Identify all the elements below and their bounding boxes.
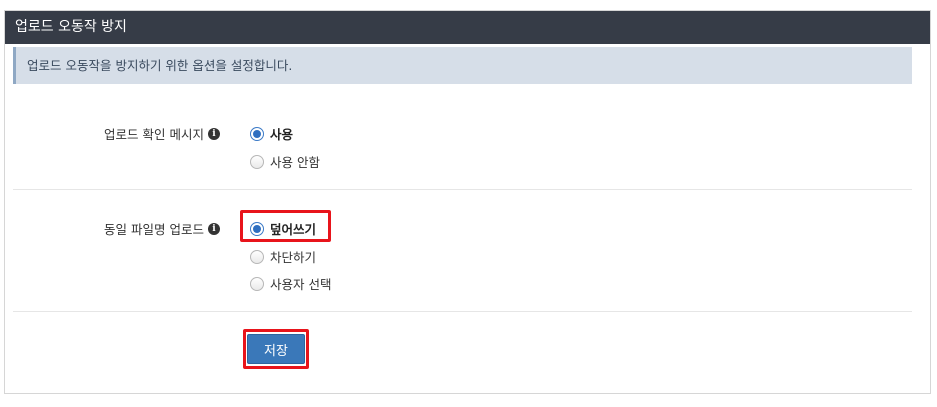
upload-confirm-option-use[interactable]: 사용 — [250, 124, 293, 143]
radio-label: 덮어쓰기 — [270, 222, 317, 237]
duplicate-filename-label: 동일 파일명 업로드 — [104, 222, 204, 237]
upload-confirm-label: 업로드 확인 메시지 — [104, 127, 204, 142]
info-message: 업로드 오동작을 방지하기 위한 옵션을 설정합니다. — [13, 47, 912, 84]
divider — [13, 189, 912, 190]
divider — [13, 311, 912, 312]
radio-label: 차단하기 — [270, 250, 317, 265]
info-circle-icon[interactable]: i — [208, 222, 220, 235]
radio-button[interactable] — [250, 154, 264, 169]
info-circle-icon[interactable]: i — [208, 127, 220, 140]
radio-button[interactable] — [250, 221, 264, 236]
duplicate-option-overwrite[interactable]: 덮어쓰기 — [250, 219, 316, 238]
duplicate-filename-label-group: 동일 파일명 업로드 i — [104, 219, 220, 238]
panel-title: 업로드 오동작 방지 — [5, 11, 930, 44]
upload-confirm-option-not-use[interactable]: 사용 안함 — [250, 152, 320, 171]
save-button[interactable]: 저장 — [247, 334, 305, 364]
upload-confirm-label-group: 업로드 확인 메시지 i — [104, 124, 220, 143]
duplicate-option-block[interactable]: 차단하기 — [250, 247, 316, 266]
radio-button[interactable] — [250, 126, 264, 141]
radio-label: 사용자 선택 — [270, 277, 332, 292]
radio-label: 사용 — [270, 127, 294, 142]
radio-button[interactable] — [250, 249, 264, 264]
radio-button[interactable] — [250, 276, 264, 291]
radio-label: 사용 안함 — [270, 155, 320, 170]
duplicate-option-user-choice[interactable]: 사용자 선택 — [250, 274, 331, 293]
